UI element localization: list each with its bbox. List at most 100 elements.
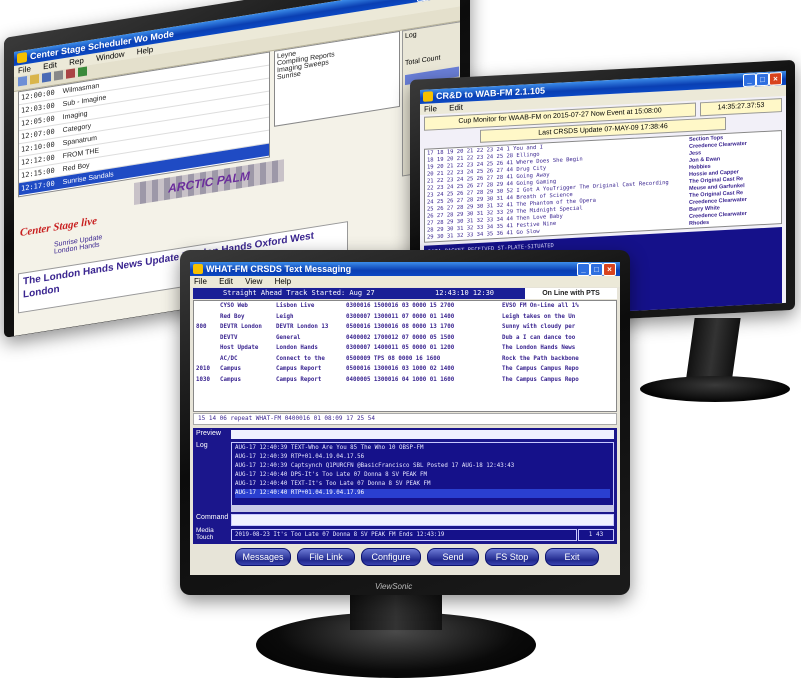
right-artist-column: Section Tops Creedence Clearwater Jess J… [687, 131, 781, 228]
cell-c3: Campus Report [276, 376, 322, 383]
menu-edit[interactable]: Edit [43, 60, 57, 71]
menu-edit[interactable]: Edit [449, 103, 463, 113]
log-scrollbar[interactable] [231, 505, 614, 512]
front-event-table: CYSO Web Lisbon Live 0300016 1500016 03 … [193, 300, 617, 412]
app-icon [193, 264, 203, 274]
grid-time: 12:17:00 [21, 179, 55, 193]
cell-c5: Rock the Path backbone [502, 355, 579, 362]
toolbar-find-icon[interactable] [78, 66, 87, 77]
status-right: On Line with PTS [525, 288, 617, 299]
menu-file[interactable]: File [424, 104, 437, 114]
cell-c2: DEVTR London [220, 324, 262, 330]
table-row[interactable]: CYSO Web Lisbon Live 0300016 1500016 03 … [194, 301, 616, 312]
cell-c3: Campus Report [276, 366, 322, 372]
app-icon [423, 91, 433, 102]
monitor-right-stand [685, 318, 741, 384]
maximize-button[interactable]: □ [756, 72, 769, 87]
front-lower-section: Preview Log AUG-17 12:40:39 TEXT-Who Are… [193, 428, 617, 544]
toolbar-new-icon[interactable] [18, 75, 27, 87]
cell-c4: 0300016 1500016 03 0000 15 2700 [346, 303, 455, 309]
side-panel-swatch [405, 66, 459, 86]
cell-c2: Red Boy [220, 313, 245, 320]
cell-c5: Leigh takes on the Un [502, 313, 576, 320]
maximize-button[interactable]: □ [590, 263, 603, 276]
log-line[interactable]: AUG-17 12:40:39 Captsynch Q1PURCFN @Basi… [235, 462, 610, 471]
cell-c4: 0400005 1300016 04 1000 01 1600 [346, 376, 455, 383]
exit-button[interactable]: Exit [545, 548, 599, 566]
log-line[interactable]: AUG-17 12:40:40 TEXT-It's Too Late 07 Do… [235, 480, 610, 489]
close-button[interactable]: × [769, 72, 782, 86]
minimize-button[interactable]: _ [743, 73, 756, 88]
command-input[interactable] [231, 514, 614, 526]
menu-help[interactable]: Help [137, 45, 153, 57]
cell-c2: Campus [220, 376, 241, 383]
toolbar-open-icon[interactable] [30, 74, 39, 85]
cell-c4: 0400002 1700012 07 0000 05 1500 [346, 334, 455, 341]
table-row[interactable]: 800 DEVTR London DEVTR London 13 0500016… [194, 322, 616, 333]
media-label: Media Touch [196, 527, 214, 541]
cell-c5: EVSO FM On-Line all 1% [502, 303, 579, 309]
cell-c3: DEVTR London 13 [276, 324, 329, 330]
menu-file[interactable]: File [194, 277, 207, 286]
summary-line: 15 14 06 repeat WHAT-FM 0400016 01 08:09… [193, 413, 617, 425]
front-button-bar: Messages File Link Configure Send FS Sto… [193, 548, 617, 568]
menu-edit[interactable]: Edit [219, 277, 233, 286]
table-row[interactable]: Red Boy Leigh 0300007 1300011 07 0000 01… [194, 312, 616, 323]
status-clock: 12:43:10 12:30 [435, 289, 495, 297]
app-icon [17, 51, 27, 64]
cell-c2: AC/DC [220, 355, 238, 362]
log-list[interactable]: AUG-17 12:40:39 TEXT-Who Are You 85 The … [231, 442, 614, 508]
table-row[interactable]: 1030 Campus Campus Report 0400005 130001… [194, 375, 616, 386]
cell-c2: CYSO Web [220, 303, 248, 309]
log-line[interactable]: AUG-17 12:40:40 DPS-It's Too Late 07 Don… [235, 471, 610, 480]
cell-c2: Host Update [220, 345, 259, 351]
cell-c4: 0300007 1300011 07 0000 01 1400 [346, 313, 455, 320]
cell-c5: Sunny with cloudy per [502, 324, 576, 330]
cell-c1: 1030 [196, 376, 210, 383]
preview-label: Preview [196, 430, 221, 437]
menu-help[interactable]: Help [275, 277, 291, 286]
cell-c1: 800 [196, 324, 207, 330]
cell-c1 [194, 343, 220, 354]
logo-text: Center Stage live [20, 214, 97, 240]
media-line: 2019-08-23 It's Too Late 07 Donna 8 SV P… [231, 529, 577, 541]
cell-c1 [194, 354, 220, 365]
preview-field[interactable] [231, 430, 614, 439]
cell-c4: 0300007 1400011 05 0000 01 1200 [346, 345, 455, 351]
monitor-front-screen: WHAT-FM CRSDS Text Messaging _ □ × File … [190, 262, 620, 575]
messages-button[interactable]: Messages [235, 548, 291, 566]
cell-c1 [194, 312, 220, 323]
front-window-titlebar[interactable]: WHAT-FM CRSDS Text Messaging _ □ × [190, 262, 620, 276]
cell-c1: 2010 [196, 366, 210, 372]
menu-rep[interactable]: Rep [69, 56, 84, 67]
toolbar-print-icon[interactable] [54, 70, 63, 81]
minimize-button[interactable]: _ [577, 263, 590, 276]
close-button[interactable]: × [603, 263, 616, 276]
right-clock: 14:35:27.37:53 [700, 98, 782, 117]
send-button[interactable]: Send [427, 548, 479, 566]
menu-file[interactable]: File [18, 64, 31, 75]
toolbar-cut-icon[interactable] [66, 68, 75, 79]
table-row[interactable]: AC/DC Connect to the 0500009 TPS 08 0000… [194, 354, 616, 365]
cell-c3: Connect to the [276, 355, 325, 362]
log-line[interactable]: AUG-17 12:40:39 RTP+01.04.19.04.17.56 [235, 453, 610, 462]
log-label: Log [196, 442, 208, 449]
banner-text: ARCTIC PALM [168, 168, 250, 196]
table-row[interactable]: Host Update London Hands 0300007 1400011… [194, 343, 616, 354]
file-link-button[interactable]: File Link [297, 548, 355, 566]
configure-button[interactable]: Configure [361, 548, 421, 566]
brand-label: ViewSonic [375, 582, 413, 591]
cell-c1 [194, 333, 220, 344]
log-line[interactable]: AUG-17 12:40:39 TEXT-Who Are You 85 The … [235, 444, 610, 453]
toolbar-save-icon[interactable] [42, 72, 51, 83]
table-row[interactable]: DEVTV General 0400002 1700012 07 0000 05… [194, 333, 616, 344]
fs-stop-button[interactable]: FS Stop [485, 548, 539, 566]
cell-c4: 0500016 1300016 03 1000 02 1400 [346, 366, 455, 372]
table-row[interactable]: 2010 Campus Campus Report 0500016 130001… [194, 364, 616, 375]
sub-labels: Sunrise Update London Hands [54, 234, 102, 256]
cell-c4: 0500016 1300016 08 0000 13 1700 [346, 324, 455, 330]
cell-c1 [194, 301, 220, 312]
log-line-selected[interactable]: AUG-17 12:40:40 RTP+01.04.19.04.17.96 [235, 489, 610, 498]
cell-c5: Dub a I can dance too [502, 334, 576, 341]
menu-view[interactable]: View [245, 277, 262, 286]
